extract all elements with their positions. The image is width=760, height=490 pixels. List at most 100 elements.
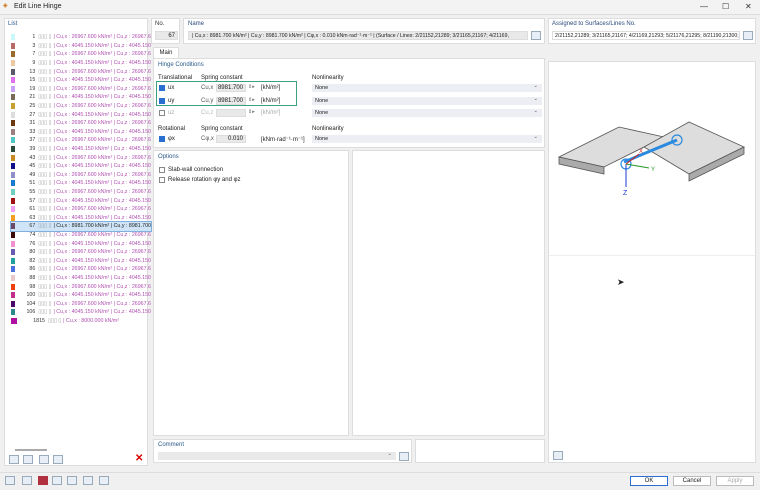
uy-spring-input[interactable]: 8981.700 (216, 96, 246, 105)
delete-icon[interactable]: ✕ (135, 453, 143, 464)
list-item-text: | Cu,x : 8000.000 kN/m² (63, 318, 119, 325)
list-item[interactable]: 27 ▯▯▯ ▯ | Cu,x : 4045.150 kN/m² | Cu,z : … (11, 110, 151, 119)
list-item[interactable]: 13 ▯▯▯ ▯ | Cu,x : 26967.600 kN/m² | Cu,z :… (11, 67, 151, 76)
view-settings-icon[interactable] (553, 451, 563, 460)
spinner-icon[interactable]: ⇕▸ (248, 84, 255, 90)
list-item[interactable]: 15 ▯▯▯ ▯ | Cu,x : 4045.150 kN/m² | Cu,z : … (11, 76, 151, 85)
ok-button[interactable]: OK (630, 476, 668, 486)
uy-checkbox[interactable] (159, 97, 165, 104)
spinner-icon[interactable]: ⇕▸ (248, 109, 255, 115)
list-item[interactable]: 61 ▯▯▯ ▯ | Cu,x : 26967.600 kN/m² | Cu,z :… (11, 205, 151, 214)
uncheck-icon[interactable] (53, 455, 63, 464)
uz-nonlinearity-select[interactable]: None (312, 107, 542, 117)
list-item[interactable]: 106 ▯▯▯ ▯ | Cu,x : 4045.150 kN/m² | Cu,z :… (11, 308, 151, 317)
list-item[interactable]: 82 ▯▯▯ ▯ | Cu,x : 4045.150 kN/m² | Cu,z : … (11, 257, 151, 266)
list-item-number: 51 (29, 180, 36, 187)
tab-main[interactable]: Main (153, 47, 179, 58)
no-field[interactable]: 67 (155, 31, 178, 40)
phix-checkbox[interactable] (159, 136, 165, 142)
list-item[interactable]: 74 ▯▯▯ ▯ | Cu,x : 26967.600 kN/m² | Cu,z :… (11, 231, 151, 240)
new-icon[interactable] (9, 455, 19, 464)
assigned-field[interactable]: 2/21152,21289; 3/21165,21167; 4/21169,21… (552, 31, 740, 40)
list-item[interactable]: 98 ▯▯▯ ▯ | Cu,x : 26967.600 kN/m² | Cu,z :… (11, 282, 151, 291)
horizontal-scrollbar[interactable] (15, 449, 47, 451)
list-item[interactable]: 33 ▯▯▯ ▯ | Cu,x : 4045.150 kN/m² | Cu,z : … (11, 128, 151, 137)
apply-button[interactable]: Apply (716, 476, 754, 486)
list-item[interactable]: 55 ▯▯▯ ▯ | Cu,x : 26967.600 kN/m² | Cu,z :… (11, 188, 151, 197)
list-item[interactable]: 1 ▯▯▯ ▯ | Cu,x : 26967.600 kN/m² | Cu,z : … (11, 33, 151, 42)
slab-wall-checkbox[interactable] (159, 167, 165, 173)
list-item[interactable]: 7 ▯▯▯ ▯ | Cu,x : 26967.600 kN/m² | Cu,z : … (11, 50, 151, 59)
units-icon[interactable] (22, 476, 32, 485)
uy-symbol: Cu,y (201, 97, 214, 104)
filter-icon[interactable] (67, 476, 77, 485)
list-item-number: 74 (29, 232, 36, 239)
list-item[interactable]: 25 ▯▯▯ ▯ | Cu,x : 26967.600 kN/m² | Cu,z :… (11, 102, 151, 111)
list-item[interactable]: 49 ▯▯▯ ▯ | Cu,x : 26967.600 kN/m² | Cu,z :… (11, 171, 151, 180)
list-item-text: | Cu,x : 26967.600 kN/m² | Cu,z : 26967.… (53, 103, 151, 110)
list-item[interactable]: 45 ▯▯▯ ▯ | Cu,x : 4045.150 kN/m² | Cu,z : … (11, 162, 151, 171)
list-item[interactable]: 100 ▯▯▯ ▯ | Cu,x : 4045.150 kN/m² | Cu,z :… (11, 291, 151, 300)
list-item-number: 3 (32, 42, 36, 49)
maximize-button[interactable]: ☐ (722, 2, 729, 11)
phix-nonlinearity-select[interactable]: None (312, 133, 542, 143)
uz-checkbox[interactable] (159, 110, 165, 116)
list-item[interactable]: 3 ▯▯▯ ▯ | Cu,x : 4045.150 kN/m² | Cu,z : 4… (11, 42, 151, 51)
name-field[interactable]: | Cu,x : 8981.700 kN/m² | Cu,y : 8981.70… (188, 31, 528, 40)
select-icon[interactable] (743, 31, 753, 40)
list-item[interactable]: 76 ▯▯▯ ▯ | Cu,x : 4045.150 kN/m² | Cu,z : … (11, 239, 151, 248)
hinge-type-icon: ▯▯▯ ▯ (38, 51, 52, 58)
list-item[interactable]: 1815 ▯▯▯ ▯ | Cu,x : 8000.000 kN/m² (11, 317, 151, 326)
list-item[interactable]: 63 ▯▯▯ ▯ | Cu,x : 4045.150 kN/m² | Cu,z : … (11, 214, 151, 223)
close-button[interactable]: ✕ (745, 2, 752, 11)
search-icon[interactable] (5, 476, 15, 485)
list-item-text: | Cu,x : 26967.600 kN/m² | Cu,z : 26967.… (53, 249, 151, 256)
list-item[interactable]: 51 ▯▯▯ ▯ | Cu,x : 4045.150 kN/m² | Cu,z : … (11, 179, 151, 188)
list-item-number: 21 (29, 94, 36, 101)
list-item[interactable]: 21 ▯▯▯ ▯ | Cu,x : 4045.150 kN/m² | Cu,z : … (11, 93, 151, 102)
color-swatch (11, 309, 15, 316)
list-item-text: | Cu,x : 4045.150 kN/m² | Cu,z : 4045.15… (53, 77, 151, 84)
ux-unit: [kN/m²] (261, 85, 281, 91)
list-item[interactable]: 43 ▯▯▯ ▯ | Cu,x : 26967.600 kN/m² | Cu,z :… (11, 153, 151, 162)
list-item-number: 31 (29, 120, 36, 127)
table-icon[interactable] (52, 476, 62, 485)
color-swatch (11, 240, 15, 247)
spinner-icon[interactable]: ⇕▸ (248, 97, 255, 103)
cancel-button[interactable]: Cancel (673, 476, 711, 486)
list-item[interactable]: 19 ▯▯▯ ▯ | Cu,x : 26967.600 kN/m² | Cu,z :… (11, 85, 151, 94)
minimize-button[interactable]: — (700, 2, 708, 11)
list-item-text: | Cu,x : 4045.150 kN/m² | Cu,z : 4045.15… (53, 292, 151, 299)
list-item-text: | Cu,x : 26967.600 kN/m² | Cu,z : 26967.… (53, 85, 151, 92)
ux-nonlinearity-select[interactable]: None (312, 82, 542, 92)
comment-input[interactable] (158, 450, 396, 460)
comment-copy-icon[interactable] (399, 452, 409, 461)
list-item[interactable]: 39 ▯▯▯ ▯ | Cu,x : 4045.150 kN/m² | Cu,z : … (11, 145, 151, 154)
list-item[interactable]: 9 ▯▯▯ ▯ | Cu,x : 4045.150 kN/m² | Cu,z : 4… (11, 59, 151, 68)
list-item[interactable]: 104 ▯▯▯ ▯ | Cu,x : 26967.600 kN/m² | Cu,z … (11, 300, 151, 309)
color-icon[interactable] (38, 476, 48, 485)
copy-icon[interactable] (23, 455, 33, 464)
list-panel: List 1 ▯▯▯ ▯ | Cu,x : 26967.600 kN/m² | Cu… (4, 18, 152, 466)
uz-spring-input[interactable] (216, 109, 246, 117)
ux-checkbox[interactable] (159, 85, 165, 91)
list-item[interactable]: 80 ▯▯▯ ▯ | Cu,x : 26967.600 kN/m² | Cu,z :… (11, 248, 151, 257)
list-item[interactable]: 88 ▯▯▯ ▯ | Cu,x : 4045.150 kN/m² | Cu,z : … (11, 274, 151, 283)
check-all-icon[interactable] (39, 455, 49, 464)
list-item[interactable]: 57 ▯▯▯ ▯ | Cu,x : 4045.150 kN/m² | Cu,z : … (11, 196, 151, 205)
phix-spring-input[interactable]: 0.010 (216, 135, 246, 143)
tools-icon[interactable] (83, 476, 93, 485)
hinge-type-icon: ▯▯▯ ▯ (38, 180, 52, 187)
uy-nonlinearity-select[interactable]: None (312, 95, 542, 105)
list-item[interactable]: 67 ▯▯▯ ▯ | Cu,x : 8981.700 kN/m² | Cu,y : … (10, 221, 152, 232)
list-item[interactable]: 37 ▯▯▯ ▯ | Cu,x : 26967.600 kN/m² | Cu,z :… (11, 136, 151, 145)
function-icon[interactable] (99, 476, 109, 485)
list-item[interactable]: 86 ▯▯▯ ▯ | Cu,x : 26967.600 kN/m² | Cu,z :… (11, 265, 151, 274)
ux-spring-input[interactable]: 8981.700 (216, 84, 246, 92)
edit-name-icon[interactable] (531, 31, 541, 40)
no-label: No. (155, 21, 165, 27)
list-item-text: | Cu,x : 26967.600 kN/m² | Cu,z : 26967.… (53, 206, 151, 213)
release-rotation-checkbox[interactable] (159, 177, 165, 183)
color-swatch (11, 206, 15, 213)
list-item[interactable]: 31 ▯▯▯ ▯ | Cu,x : 26967.600 kN/m² | Cu,z :… (11, 119, 151, 128)
